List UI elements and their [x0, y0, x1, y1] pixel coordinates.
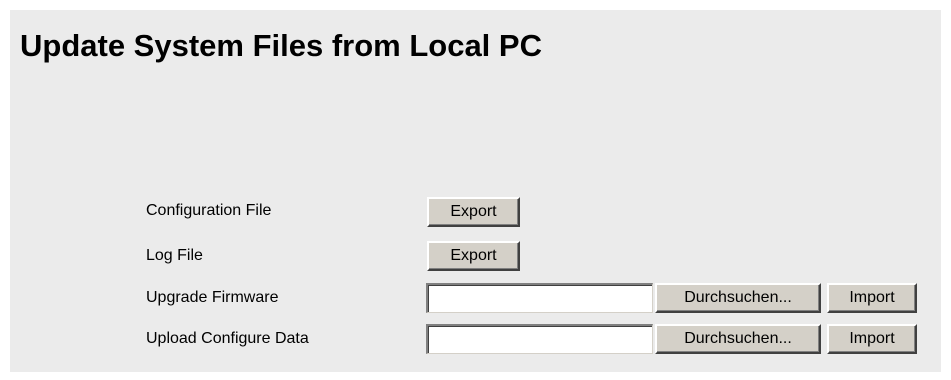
- export-configuration-button[interactable]: Export: [427, 197, 520, 227]
- configuration-file-label: Configuration File: [146, 202, 272, 219]
- upgrade-firmware-label: Upgrade Firmware: [146, 289, 279, 306]
- import-configure-data-button[interactable]: Import: [827, 324, 917, 354]
- browse-configure-data-button[interactable]: Durchsuchen...: [655, 324, 821, 354]
- log-file-label: Log File: [146, 247, 203, 264]
- configure-data-file-input[interactable]: [426, 324, 653, 354]
- browse-firmware-button[interactable]: Durchsuchen...: [655, 283, 821, 313]
- export-log-button[interactable]: Export: [427, 241, 520, 271]
- firmware-file-input[interactable]: [426, 283, 653, 313]
- update-files-panel: Update System Files from Local PC Config…: [10, 10, 941, 372]
- import-firmware-button[interactable]: Import: [827, 283, 917, 313]
- page-title: Update System Files from Local PC: [20, 28, 542, 63]
- upload-configure-data-label: Upload Configure Data: [146, 330, 309, 347]
